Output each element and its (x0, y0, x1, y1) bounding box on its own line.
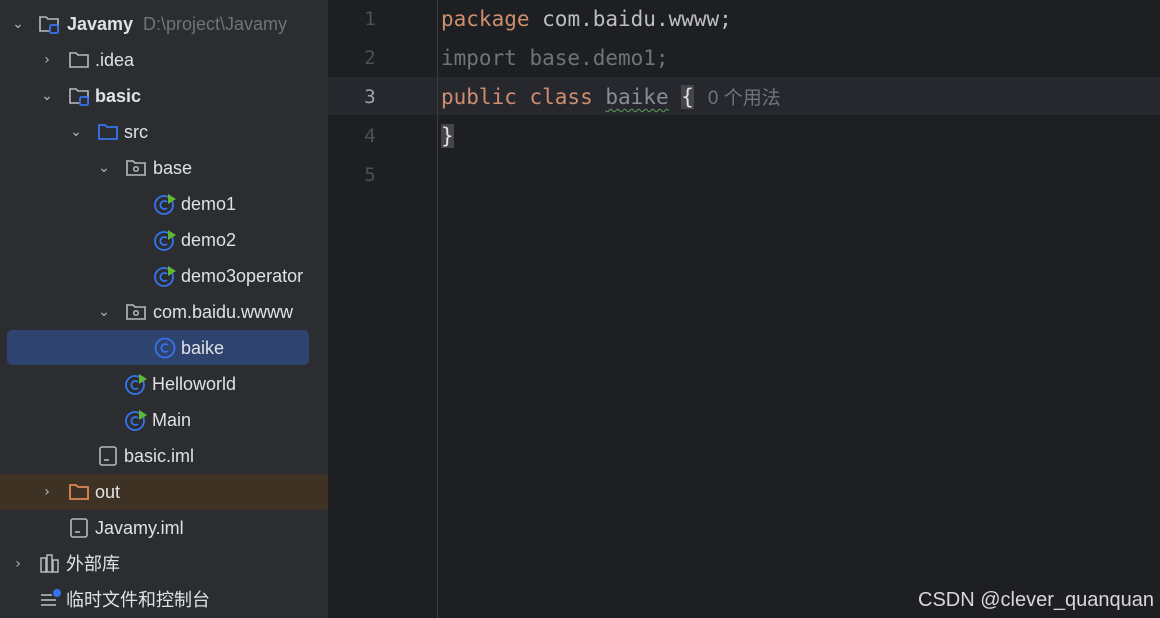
module-folder-icon (37, 12, 61, 36)
library-icon (38, 552, 62, 576)
chevron-down-icon[interactable]: ⌄ (37, 78, 57, 114)
unused-import: import base.demo1; (441, 46, 669, 70)
tree-item-demo2[interactable]: demo2 (0, 222, 328, 258)
keyword-public-class: public class (441, 85, 593, 109)
tree-item-label: src (124, 122, 148, 142)
source-folder-icon (96, 120, 120, 144)
tree-item-label: base (153, 158, 193, 178)
line-number: 2 (364, 47, 376, 69)
tree-item-scratches-consoles[interactable]: 临时文件和控制台 (0, 582, 328, 618)
class-name: baike (605, 85, 669, 109)
tree-item-basic[interactable]: ⌄ basic (0, 78, 328, 114)
line-number: 4 (364, 125, 376, 147)
tree-item-out[interactable]: › out (0, 474, 328, 510)
watermark: CSDN @clever_quanquan (918, 589, 1154, 611)
chevron-right-icon[interactable]: › (37, 42, 57, 78)
usages-inlay-hint[interactable]: 0 个用法 (708, 88, 781, 109)
iml-file-icon (96, 444, 120, 468)
tree-item-label: .idea (95, 50, 135, 70)
folder-icon (67, 48, 91, 72)
package-icon (124, 156, 148, 180)
chevron-down-icon[interactable]: ⌄ (94, 294, 114, 330)
runnable-class-icon (124, 372, 148, 396)
keyword-package: package (441, 7, 530, 31)
tree-item-com-baidu-wwww[interactable]: ⌄ com.baidu.wwww (0, 294, 328, 330)
tree-item-label: com.baidu.wwww (153, 302, 294, 322)
tree-item-demo1[interactable]: demo1 (0, 186, 328, 222)
code-line-3[interactable]: public class baike {0 个用法 (441, 78, 781, 118)
tree-item-src[interactable]: ⌄ src (0, 114, 328, 150)
gutter-separator (437, 0, 438, 618)
tree-item-label: out (95, 482, 121, 502)
code-line-4[interactable]: } (441, 117, 454, 155)
tree-item-label: basic (95, 86, 142, 106)
runnable-class-icon (153, 228, 177, 252)
tree-item-main[interactable]: Main (0, 402, 328, 438)
package-icon (124, 300, 148, 324)
project-tool-window: ⌄ Javamy D:\project\Javamy › .idea ⌄ bas… (0, 0, 328, 618)
tree-item-label: Javamy.iml (95, 518, 184, 538)
tree-item-demo3operator[interactable]: demo3operator (0, 258, 328, 294)
matched-brace: { (681, 85, 694, 109)
module-folder-icon (67, 84, 91, 108)
class-icon (153, 336, 177, 360)
excluded-folder-icon (67, 480, 91, 504)
tree-item-label: 临时文件和控制台 (66, 590, 210, 610)
runnable-class-icon (124, 408, 148, 432)
runnable-class-icon (153, 192, 177, 216)
chevron-right-icon[interactable]: › (37, 474, 57, 510)
tree-item-label: baike (181, 338, 225, 358)
tree-item-label: basic.iml (124, 446, 195, 466)
iml-file-icon (67, 516, 91, 540)
tree-item-label: Main (152, 410, 192, 430)
tree-item-external-libraries[interactable]: › 外部库 (0, 546, 328, 582)
project-path: D:\project\Javamy (143, 14, 288, 34)
tree-item-idea[interactable]: › .idea (0, 42, 328, 78)
tree-item-label: Helloworld (152, 374, 237, 394)
chevron-down-icon[interactable]: ⌄ (66, 114, 86, 150)
tree-item-label: Javamy (67, 14, 134, 34)
chevron-right-icon[interactable]: › (8, 546, 28, 582)
line-number: 1 (364, 8, 376, 30)
chevron-down-icon[interactable]: ⌄ (8, 6, 28, 42)
package-name: com.baidu.wwww; (529, 7, 732, 31)
tree-item-label: demo1 (181, 194, 237, 214)
tree-item-javamy-iml[interactable]: Javamy.iml (0, 510, 328, 546)
tree-item-label: demo3operator (181, 266, 304, 286)
line-number: 5 (364, 164, 376, 186)
matched-brace: } (441, 124, 454, 148)
code-line-2[interactable]: import base.demo1; (441, 39, 669, 77)
scratches-icon (38, 588, 62, 612)
code-line-1[interactable]: package com.baidu.wwww; (441, 0, 732, 38)
tree-item-helloworld[interactable]: Helloworld (0, 366, 328, 402)
chevron-down-icon[interactable]: ⌄ (94, 150, 114, 186)
tree-item-label: demo2 (181, 230, 237, 250)
line-number-current: 3 (364, 86, 376, 108)
tree-item-javamy-root[interactable]: ⌄ Javamy D:\project\Javamy (0, 6, 328, 42)
runnable-class-icon (153, 264, 177, 288)
tree-item-basic-iml[interactable]: basic.iml (0, 438, 328, 474)
tree-item-baike[interactable]: baike (0, 330, 328, 366)
tree-item-base[interactable]: ⌄ base (0, 150, 328, 186)
tree-item-label: 外部库 (66, 554, 120, 574)
